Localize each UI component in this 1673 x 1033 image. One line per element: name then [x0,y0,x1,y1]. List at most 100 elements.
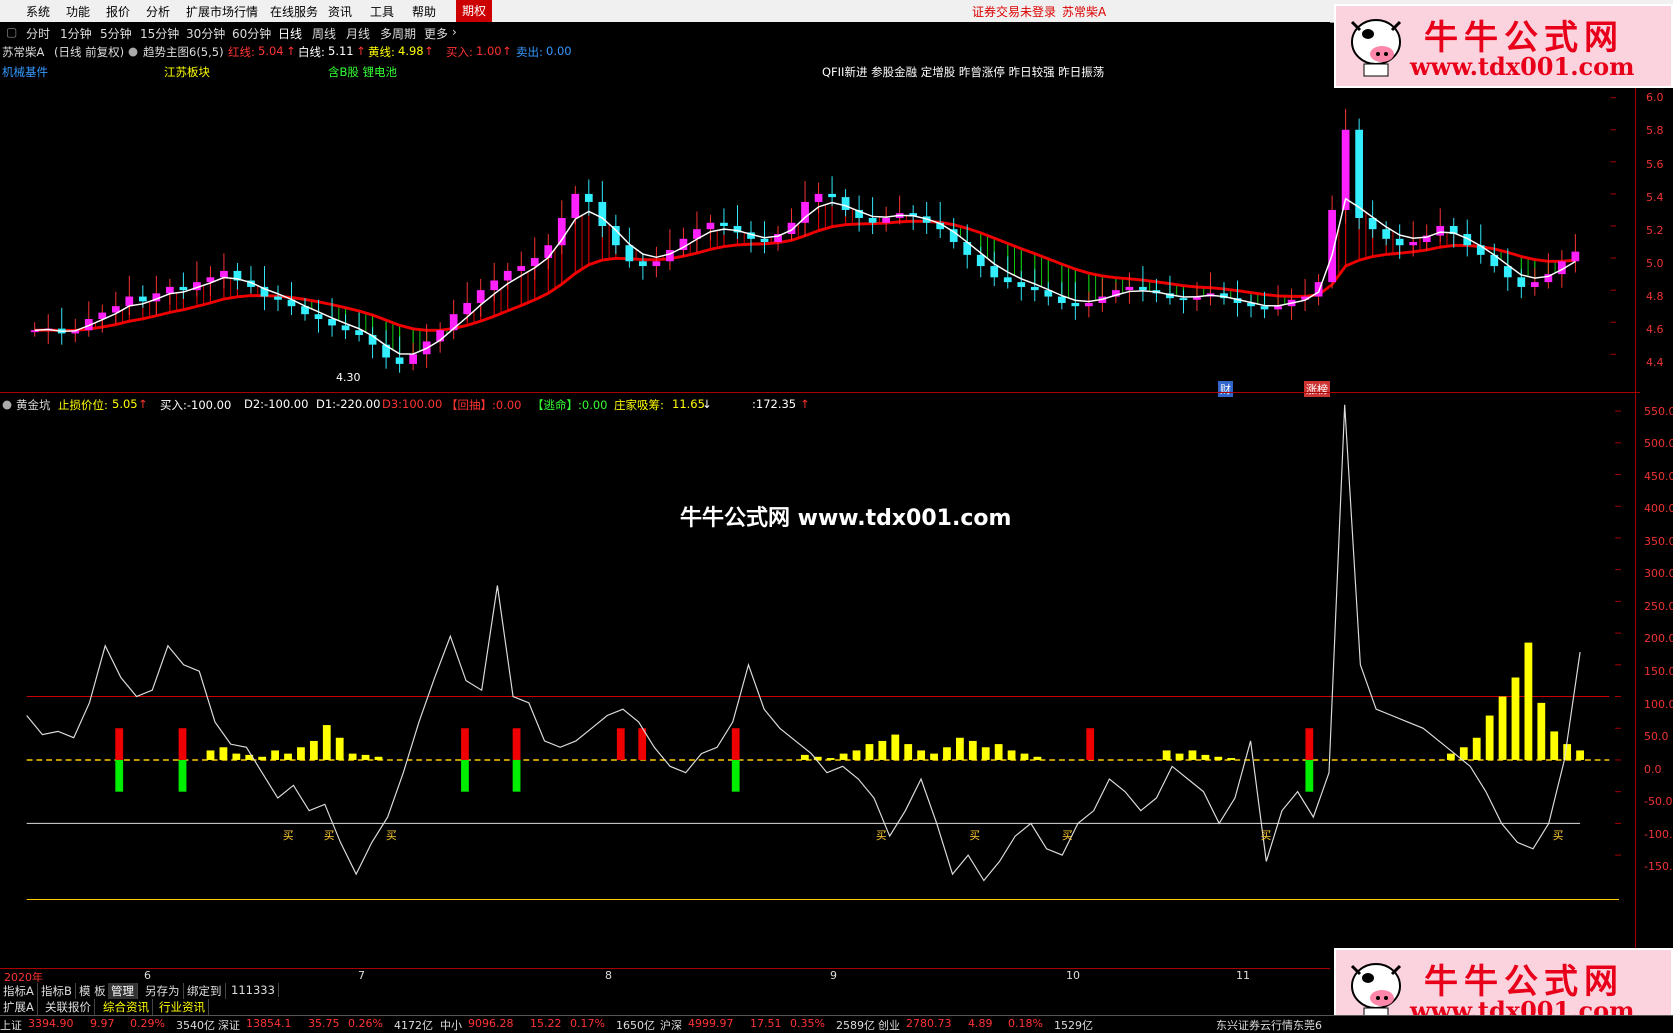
candle-body [1530,282,1539,287]
menu-ext-market[interactable]: 扩展市场行情 [186,3,258,20]
stock-name: 苏常柴A [2,45,45,59]
ticker-value: 3394.90 [28,1017,74,1030]
sub-tick-label: 250.0 [1644,599,1673,613]
period-multi[interactable]: 多周期 [380,25,416,42]
candle-body [828,193,836,198]
candle-body [1571,251,1580,262]
absorb-bar [839,753,848,760]
absorb-bar [1020,753,1029,760]
price-tick-label: 6.0 [1646,91,1664,105]
date-month: 6 [144,969,151,982]
absorb-bar [219,747,228,760]
candle-body [652,261,661,267]
white-line-value: 5.11 [328,44,354,58]
absorb-bar [284,753,292,760]
tab-save-as[interactable]: 另存为 [142,983,184,999]
candle-body [584,193,593,202]
candle-body [490,280,499,291]
up-arrow-icon: ↑ [286,44,296,58]
period-1m[interactable]: 1分钟 [60,25,92,42]
sub-tick-label: 400.0 [1644,502,1673,516]
tab-related-quote[interactable]: 关联报价 [42,999,95,1015]
absorb-bar [271,750,279,760]
absorb-bar [878,740,887,760]
ticker-value: 13854.1 [246,1017,292,1030]
candle-body [841,197,850,210]
period-more[interactable]: 更多 [424,25,448,42]
buy-marker: 买 [1261,829,1272,842]
sector-machinery[interactable]: 机械基件 [2,64,48,80]
candle-body [220,270,228,278]
tab-bind-to[interactable]: 绑定到 [184,983,226,999]
menu-function[interactable]: 功能 [66,3,90,20]
tab-indicator-b[interactable]: 指标B [38,983,76,999]
tab-industry-news[interactable]: 行业资讯 [156,999,209,1015]
watermark-text: 牛牛公式网 www.tdx001.com [680,506,1012,531]
buy-marker: 买 [1553,829,1564,842]
absorb-bar [361,754,370,760]
sub-indicator-chart[interactable]: 买买买买买买买买 [0,395,1673,955]
period-weekly[interactable]: 周线 [312,25,336,42]
layout-icon[interactable]: ▢ [6,25,17,39]
tab-indicator-a[interactable]: 指标A [0,983,38,999]
sub-tick-label: -100.0 [1644,827,1673,841]
tab-extend-a[interactable]: 扩展A [0,999,38,1015]
price-tick-label: 5.2 [1646,223,1664,237]
candle-body [1017,282,1026,287]
menu-analysis[interactable]: 分析 [146,3,170,20]
sub-tick-label: 500.0 [1644,437,1673,451]
buy-value: 1.00 [476,44,502,58]
menu-options[interactable]: 期权 [456,0,493,22]
ticker-change: 35.75 [308,1017,340,1030]
menu-help[interactable]: 帮助 [412,3,436,20]
pane-divider [0,392,1640,393]
main-indicator-info: 苏常柴A (日线 前复权) ● 趋势主图6(5,5) 红线: 5.04 ↑ 白线… [0,42,1330,60]
period-monthly[interactable]: 月线 [346,25,370,42]
red-line-value: 5.04 [258,44,284,58]
period-15m[interactable]: 15分钟 [140,25,179,42]
candle-body [314,314,323,320]
tab-manage[interactable]: 管理 [108,983,138,999]
candle-body [1436,225,1445,236]
tab-composite-news[interactable]: 综合资讯 [100,999,153,1015]
chevron-right-icon[interactable]: › [452,25,457,39]
signal-red-bar [178,728,187,760]
absorb-bar [917,750,926,760]
candle-body [138,296,147,302]
period-tick[interactable]: 分时 [26,25,50,42]
main-kline-chart[interactable] [0,80,1673,380]
menu-system[interactable]: 系统 [26,3,50,20]
sector-lithium[interactable]: 含B股 锂电池 [328,64,397,80]
candle-body [1274,306,1282,310]
index-ticker: 上证 3394.90 9.97 0.29% 3540亿 深证 13854.1 35.75 0.2… [0,1015,1673,1032]
concept-tags: QFII新进 参股金融 定增股 昨曾涨停 昨日较强 昨日振荡 [822,65,1105,79]
date-month: 11 [1236,969,1250,982]
date-month: 10 [1066,969,1080,982]
absorb-bar [1485,715,1494,760]
period-60m[interactable]: 60分钟 [232,25,271,42]
buy-marker: 买 [1062,829,1073,842]
period-30m[interactable]: 30分钟 [186,25,225,42]
menu-quote[interactable]: 报价 [106,3,130,20]
sub-tick-label: 100.0 [1644,697,1673,711]
sector-jiangsu[interactable]: 江苏板块 [164,64,210,80]
absorb-bar [1511,677,1520,760]
candle-body [274,296,282,300]
candle-body [868,217,877,223]
candle-body [639,261,647,267]
logo-url[interactable]: www.tdx001.com [1410,52,1635,81]
menu-online[interactable]: 在线服务 [270,3,318,20]
tab-custom[interactable]: 111333 [228,983,279,997]
buy-marker: 买 [386,829,397,842]
settings-dot-icon[interactable]: ● [128,44,138,58]
main-indicator-name[interactable]: 趋势主图6(5,5) [143,44,224,60]
menu-news[interactable]: 资讯 [328,3,352,20]
absorb-bar [309,740,318,760]
tab-template[interactable]: 模 板 [76,983,110,999]
signal-green-bar [1305,759,1314,792]
period-daily[interactable]: 日线 [278,25,302,42]
menu-tools[interactable]: 工具 [370,3,394,20]
period-5m[interactable]: 5分钟 [100,25,132,42]
price-tick-label: 4.6 [1646,323,1664,337]
candle-body [1382,229,1391,239]
